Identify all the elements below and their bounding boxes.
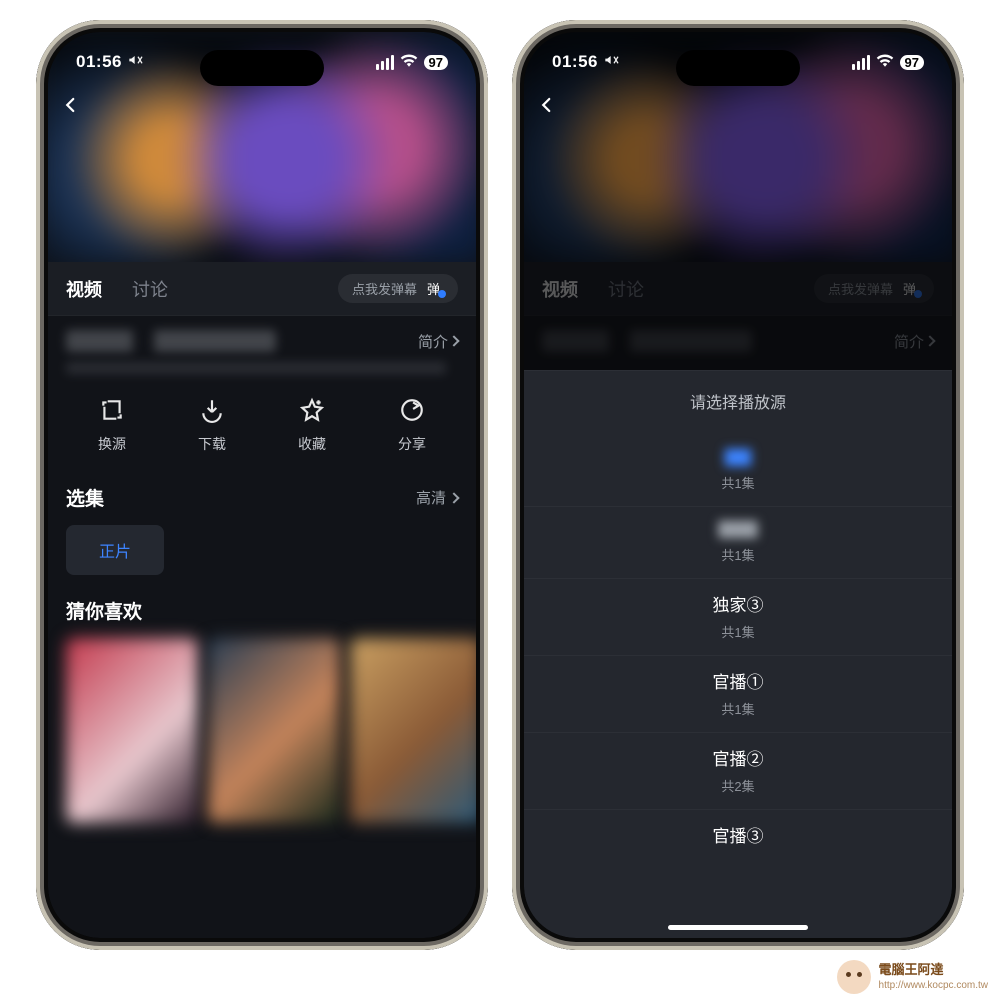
source-picker-sheet: 请选择播放源 ▇▇ 共1集 ▇▇▇ 共1集 独家③ 共1集 官播① 共1集 — [524, 370, 952, 938]
danmu-input[interactable]: 点我发弹幕 弹 — [338, 274, 458, 303]
watermark-avatar — [837, 960, 871, 994]
episodes-title: 选集 — [66, 484, 104, 511]
danmu-toggle[interactable]: 弹 — [427, 279, 448, 298]
recommend-poster[interactable] — [66, 638, 198, 823]
mute-icon — [128, 52, 144, 72]
quality-button[interactable]: 高清 — [416, 487, 458, 508]
actions-row: 换源 下载 收藏 分享 — [48, 374, 476, 472]
wifi-icon — [876, 53, 894, 72]
episodes-header: 选集 高清 — [48, 472, 476, 521]
battery-icon: 97 — [424, 55, 448, 70]
recommend-poster[interactable] — [208, 638, 340, 823]
star-icon — [298, 396, 326, 424]
back-icon[interactable] — [62, 94, 80, 120]
title-row: 简介 — [48, 316, 476, 356]
download-icon — [198, 396, 226, 424]
recommend-title: 猜你喜欢 — [66, 597, 458, 624]
back-icon[interactable] — [538, 94, 556, 120]
signal-icon — [852, 55, 870, 70]
source-item[interactable]: ▇▇▇ 共1集 — [524, 507, 952, 579]
recommend-poster[interactable] — [350, 638, 476, 823]
tab-video[interactable]: 视频 — [66, 276, 102, 302]
wifi-icon — [400, 53, 418, 72]
episode-chip-main[interactable]: 正片 — [66, 525, 164, 575]
source-item[interactable]: 官播② 共2集 — [524, 733, 952, 810]
source-icon — [98, 396, 126, 424]
video-title-blurred — [66, 330, 276, 352]
source-item[interactable]: 官播③ — [524, 810, 952, 867]
brief-button[interactable]: 简介 — [418, 331, 458, 352]
source-item[interactable]: 官播① 共1集 — [524, 656, 952, 733]
sheet-title: 请选择播放源 — [524, 371, 952, 435]
source-item[interactable]: ▇▇ 共1集 — [524, 435, 952, 507]
action-favorite[interactable]: 收藏 — [298, 396, 326, 454]
mute-icon — [604, 52, 620, 72]
status-time: 01:56 — [552, 52, 598, 72]
action-change-source[interactable]: 换源 — [98, 396, 126, 454]
phone-left: 01:56 97 — [36, 20, 488, 950]
source-item[interactable]: 独家③ 共1集 — [524, 579, 952, 656]
dynamic-island — [676, 50, 800, 86]
action-download[interactable]: 下载 — [198, 396, 226, 454]
battery-icon: 97 — [900, 55, 924, 70]
home-indicator[interactable] — [668, 925, 808, 930]
action-share[interactable]: 分享 — [398, 396, 426, 454]
phone-right: 01:56 97 — [512, 20, 964, 950]
dynamic-island — [200, 50, 324, 86]
tabs-row: 视频 讨论 点我发弹幕 弹 — [48, 262, 476, 316]
share-icon — [398, 396, 426, 424]
recommend-row[interactable] — [66, 638, 458, 823]
video-meta-blurred — [66, 362, 446, 374]
watermark: 電腦王阿達 http://www.kocpc.com.tw — [837, 960, 988, 994]
danmu-placeholder: 点我发弹幕 — [352, 279, 417, 298]
signal-icon — [376, 55, 394, 70]
tab-discuss[interactable]: 讨论 — [132, 276, 168, 302]
status-time: 01:56 — [76, 52, 122, 72]
